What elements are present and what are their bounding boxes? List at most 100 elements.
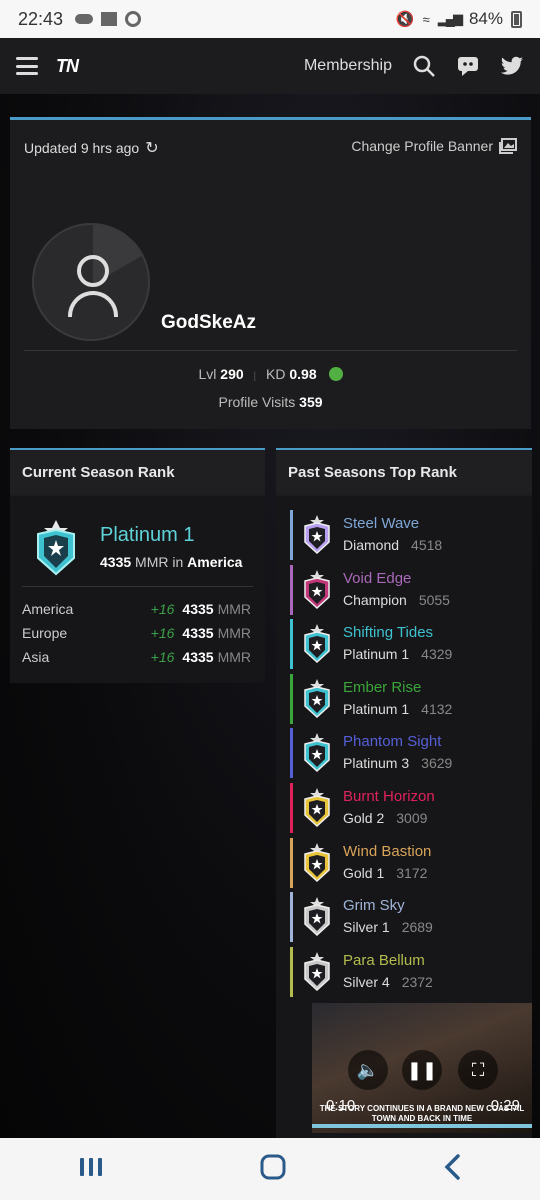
status-time: 22:43	[18, 8, 64, 29]
platinum-rank-icon	[302, 732, 332, 777]
back-icon[interactable]	[442, 1153, 462, 1186]
video-progress[interactable]	[312, 1124, 532, 1128]
season-name: Void Edge	[343, 569, 412, 587]
profile-visits: Profile Visits 359	[218, 394, 323, 410]
stats-line: Lvl 290 | KD 0.98	[10, 366, 531, 382]
rank-mmr: 5055	[418, 591, 450, 608]
status-bar: 22:43 🔇 ≈ ▂▄▆ 84%	[0, 0, 540, 38]
season-rank: Platinum 3 3629	[343, 755, 452, 771]
past-season-item: Para Bellum Silver 4 2372	[290, 946, 520, 997]
champion-rank-icon	[302, 569, 332, 614]
change-banner-button[interactable]: Change Profile Banner	[351, 138, 517, 154]
season-color-bar	[290, 892, 293, 943]
menu-icon[interactable]	[16, 57, 38, 75]
mute-icon[interactable]: 🔈	[348, 1050, 388, 1090]
season-name: Steel Wave	[343, 515, 420, 532]
season-color-bar	[290, 564, 293, 615]
season-rank: Gold 2 3009	[343, 810, 427, 826]
signal-icon: ▂▄▆	[437, 11, 463, 26]
rank-mmr: 3009	[396, 810, 428, 826]
video-caption: THE STORY CONTINUES IN A BRAND NEW COAST…	[319, 1104, 525, 1123]
user-icon	[77, 255, 109, 287]
season-color-bar	[290, 619, 293, 670]
cloud-icon	[75, 14, 94, 24]
home-icon[interactable]	[259, 1153, 287, 1186]
divider	[22, 586, 253, 587]
rank-mmr: 3629	[421, 755, 453, 772]
gold-rank-icon	[302, 842, 332, 887]
mute-icon: 🔇	[395, 11, 415, 28]
wifi-icon: ≈	[422, 11, 430, 27]
rank-mmr: 4329	[421, 646, 453, 663]
rank-name: Silver 1	[343, 919, 390, 936]
username: GodSkeAz	[161, 312, 257, 333]
rank-mmr: 4518	[411, 537, 443, 553]
sync-icon	[125, 11, 142, 27]
past-season-item: Ember Rise Platinum 1 4132	[290, 673, 520, 724]
updated-status: Updated 9 hrs ago ↻	[24, 138, 159, 158]
xbox-icon	[328, 367, 343, 381]
season-color-bar	[290, 946, 293, 997]
refresh-icon[interactable]: ↻	[145, 138, 158, 158]
rank-mmr: 3172	[396, 864, 428, 881]
rank-name: Platinum 1	[343, 646, 410, 663]
divider	[24, 350, 517, 351]
silver-rank-icon	[302, 896, 332, 941]
season-rank: Platinum 1 4132	[343, 701, 452, 717]
visits-value: 359	[299, 394, 323, 410]
season-color-bar	[290, 837, 293, 888]
change-banner-label: Change Profile Banner	[351, 138, 493, 154]
rank-mmr: 4132	[421, 700, 453, 717]
fullscreen-icon[interactable]: ⛶	[458, 1050, 498, 1090]
rank-mmr: 2372	[401, 973, 433, 990]
site-logo[interactable]: TN	[56, 56, 79, 77]
avatar	[32, 223, 150, 341]
season-color-bar	[290, 673, 293, 724]
season-color-bar	[290, 728, 293, 779]
rank-name: Diamond	[343, 537, 400, 553]
updated-text: Updated 9 hrs ago	[24, 140, 140, 156]
image-icon	[499, 138, 517, 154]
gallery-icon	[101, 12, 118, 26]
android-navbar	[0, 1138, 540, 1200]
current-rank-mmr: 4335 MMR in America	[100, 554, 243, 570]
region-row: America +16 4335 MMR	[22, 601, 251, 617]
platinum-rank-icon	[302, 623, 332, 668]
season-name: Ember Rise	[343, 678, 422, 696]
rank-name: Champion	[343, 591, 407, 608]
season-rank: Gold 1 3172	[343, 865, 427, 881]
season-rank: Silver 4 2372	[343, 974, 433, 990]
video-player[interactable]: 🔈 ❚❚ ⛶ 0:10 0:29 THE STORY CONTINUES IN …	[312, 1003, 532, 1133]
past-season-item: Void Edge Champion 5055	[290, 564, 520, 615]
current-rank-name: Platinum 1	[100, 524, 195, 546]
discord-icon[interactable]	[456, 54, 480, 78]
membership-link[interactable]: Membership	[304, 57, 392, 75]
battery-percent: 84%	[468, 9, 503, 28]
season-rank: Silver 1 2689	[343, 919, 433, 935]
season-name: Shifting Tides	[343, 624, 434, 642]
rank-name: Gold 2	[343, 810, 385, 826]
card-header: Past Seasons Top Rank	[276, 450, 532, 494]
past-season-item: Steel Wave Diamond 4518	[290, 510, 520, 560]
silver-rank-icon	[302, 951, 332, 996]
season-name: Wind Bastion	[343, 842, 432, 860]
card-header: Current Season Rank	[10, 450, 265, 494]
rank-name: Platinum 3	[343, 755, 410, 772]
recent-apps-icon[interactable]	[78, 1156, 104, 1183]
search-icon[interactable]	[412, 54, 436, 78]
rank-name: Platinum 1	[343, 700, 410, 717]
pause-icon[interactable]: ❚❚	[402, 1050, 442, 1090]
season-rank: Platinum 1 4329	[343, 646, 452, 662]
past-season-item: Grim Sky Silver 1 2689	[290, 892, 520, 943]
season-name: Para Bellum	[343, 951, 425, 969]
diamond-rank-icon	[302, 514, 332, 559]
twitter-icon[interactable]	[500, 54, 524, 78]
current-season-card: Current Season Rank Platinum 1 4335 MMR …	[10, 448, 265, 683]
past-season-item: Burnt Horizon Gold 2 3009	[290, 783, 520, 833]
past-season-item: Wind Bastion Gold 1 3172	[290, 837, 520, 888]
rank-name: Gold 1	[343, 864, 385, 881]
region-row: Europe +16 4335 MMR	[22, 625, 251, 641]
season-name: Burnt Horizon	[343, 788, 435, 805]
battery-icon	[511, 10, 522, 28]
season-name: Phantom Sight	[343, 733, 442, 751]
